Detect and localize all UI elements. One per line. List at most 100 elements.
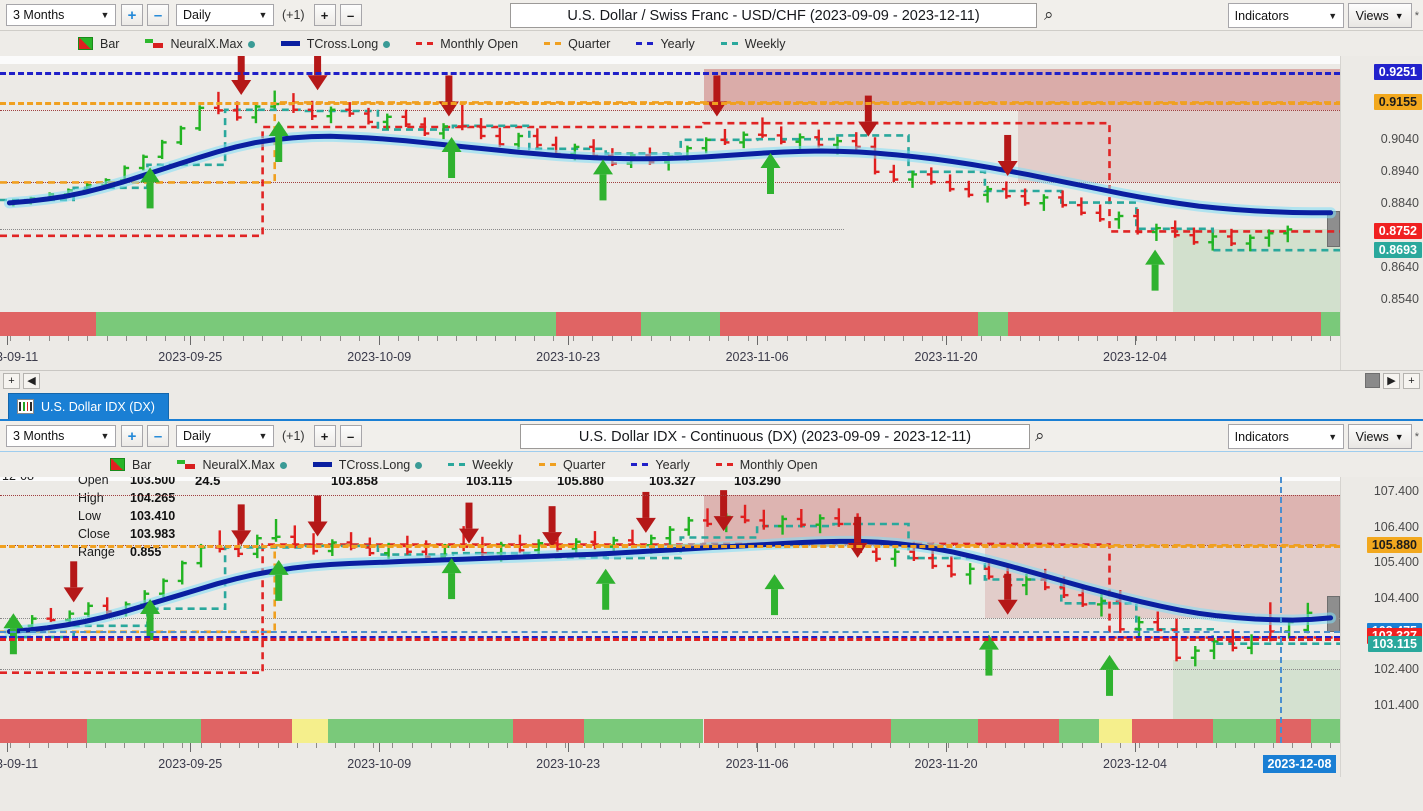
usdchf-plot-area[interactable] — [0, 56, 1340, 336]
dxy-chart-pane[interactable]: 107.400 106.400 105.400 104.400 102.400 101.4… — [0, 477, 1423, 777]
price-label-weekly[interactable]: 103.115 — [1367, 635, 1422, 652]
scroll-left-button[interactable]: ◀ — [23, 372, 40, 389]
symbol-input-bottom[interactable]: U.S. Dollar IDX - Continuous (DX) (2023-… — [520, 424, 1030, 449]
candlestick-icon — [17, 399, 34, 414]
neuralx-swatch-icon — [145, 38, 164, 49]
axis-tickmark — [1311, 743, 1313, 748]
price-label-quarter[interactable]: 105.880 — [1366, 537, 1422, 554]
search-icon[interactable]: ⌕ — [1035, 426, 1045, 446]
axis-tickmark — [262, 336, 264, 341]
legend-item-label: Weekly — [472, 457, 514, 472]
interval-select-bottom[interactable]: Daily ▼ — [176, 425, 274, 447]
ohlc-bar — [1114, 211, 1124, 229]
axis-tickmark — [909, 743, 911, 748]
axis-tickmark — [526, 743, 528, 748]
bars-plus-button-top[interactable]: + — [313, 4, 336, 26]
axis-tickmark — [611, 336, 613, 341]
axis-tickmark — [488, 743, 490, 748]
axis-tickmark — [603, 743, 604, 748]
dxy-plot-area[interactable] — [0, 477, 1340, 743]
chart-overlay-svg — [0, 490, 1340, 696]
price-label-weekly[interactable]: 0.8693 — [1373, 242, 1422, 259]
indicators-select-bottom[interactable]: Indicators ▼ — [1227, 424, 1344, 449]
views-button-bottom[interactable]: Views ▼ — [1347, 424, 1412, 449]
dxy-price-axis[interactable]: 107.400 106.400 105.400 104.400 102.400 101.4… — [1327, 477, 1423, 777]
symbol-input-top[interactable]: U.S. Dollar / Swiss Franc - USD/CHF (202… — [510, 3, 1037, 28]
price-label-quarter[interactable]: 0.9155 — [1373, 94, 1422, 111]
chevron-down-icon: ▼ — [1328, 10, 1338, 21]
range-zoom-out-button-bottom[interactable]: – — [147, 425, 169, 447]
axis-tickmark — [514, 336, 516, 341]
axis-tickmark — [339, 336, 341, 341]
date-axis-label: 2023-10-09 — [347, 350, 412, 364]
ohlc-bar — [665, 526, 675, 546]
range-zoom-in-button[interactable]: + — [121, 4, 143, 26]
sell-signal-arrow-icon — [63, 561, 84, 603]
axis-tickmark — [436, 336, 438, 341]
bars-minus-button-top[interactable]: – — [339, 4, 362, 26]
indicators-select-top[interactable]: Indicators ▼ — [1227, 3, 1344, 28]
legend-item-weekly: Weekly — [448, 458, 513, 472]
scroll-right-button[interactable]: ▶ — [1383, 372, 1400, 389]
range-zoom-out-button[interactable]: – — [147, 4, 169, 26]
star-marker-bottom: * — [1414, 430, 1419, 443]
triangle-right-icon: ▶ — [1387, 375, 1396, 387]
axis-tickmark — [864, 336, 866, 341]
usdchf-chart-pane[interactable]: 0.9040 0.8940 0.8840 0.8640 0.8540 0.9251 0.91… — [0, 56, 1423, 370]
axis-tickmark — [844, 336, 846, 341]
trading-platform-window: 3 Months ▼ + – Daily ▼ (+1) + – U.S. Dol… — [0, 0, 1423, 811]
price-axis-tick: 102.400 — [1373, 662, 1419, 677]
price-label-yearly[interactable]: 0.9251 — [1373, 63, 1422, 80]
legend-item-label: TCross.Long — [306, 36, 379, 51]
axis-tickmark — [961, 336, 963, 341]
search-icon[interactable]: ⌕ — [1044, 5, 1054, 25]
sell-signal-arrow-icon — [438, 75, 459, 117]
indicator-settings-dot-icon[interactable] — [415, 461, 423, 469]
axis-tickmark — [162, 743, 164, 748]
axis-tickmark — [1196, 743, 1198, 748]
bars-plus-button-bottom[interactable]: + — [313, 425, 336, 447]
price-axis-tick: 106.400 — [1373, 519, 1419, 534]
range-zoom-in-button-bottom[interactable]: + — [121, 425, 143, 447]
price-axis-tick: 107.400 — [1373, 484, 1419, 499]
axis-tickmark — [1253, 743, 1255, 748]
price-label-monthly-open[interactable]: 0.8752 — [1373, 223, 1422, 240]
triangle-left-icon: ◀ — [27, 375, 36, 387]
buy-signal-arrow-icon — [1099, 654, 1120, 696]
add-pane-button[interactable]: + — [3, 372, 20, 389]
axis-tickmark — [165, 336, 167, 341]
scrollbar-thumb[interactable] — [1365, 373, 1380, 388]
ohlc-bar — [1095, 204, 1105, 222]
reference-line-quarter — [0, 545, 1340, 549]
axis-tickmark-major — [1134, 336, 1136, 345]
axis-tickmark — [475, 336, 477, 341]
indicator-settings-dot-icon[interactable] — [383, 40, 391, 48]
axis-tickmark — [1234, 743, 1236, 748]
ohlc-bar — [46, 607, 56, 623]
sell-signal-arrow-icon — [231, 504, 252, 546]
chevron-down-icon: ▼ — [100, 431, 110, 441]
date-axis-highlight-label[interactable]: 2023-12-08 — [1262, 755, 1337, 773]
sell-signal-arrow-icon — [997, 573, 1018, 615]
symbol-input-bottom-value: U.S. Dollar IDX - Continuous (DX) (2023-… — [578, 428, 972, 445]
add-pane-button-right[interactable]: + — [1403, 372, 1420, 389]
axis-tickmark — [832, 743, 834, 748]
axis-tickmark — [775, 743, 777, 748]
legend-item-quarter: Quarter — [544, 37, 610, 51]
interval-select-top[interactable]: Daily ▼ — [176, 4, 274, 26]
tab-us-dollar-idx[interactable]: U.S. Dollar IDX (DX) — [8, 393, 169, 419]
price-axis-tick: 0.8540 — [1380, 292, 1419, 307]
axis-tickmark — [126, 336, 128, 341]
axis-tickmark — [641, 743, 643, 748]
axis-tickmark — [430, 743, 432, 748]
usdchf-price-axis[interactable]: 0.9040 0.8940 0.8840 0.8640 0.8540 0.9251 0.91… — [1327, 56, 1423, 370]
legend-item-quarter: Quarter — [539, 458, 605, 472]
range-select-bottom[interactable]: 3 Months ▼ — [6, 425, 116, 447]
range-select-top[interactable]: 3 Months ▼ — [6, 4, 116, 26]
indicator-settings-dot-icon[interactable] — [279, 461, 287, 469]
axis-tickmark — [315, 743, 317, 748]
crosshair-vertical-line[interactable] — [1279, 477, 1282, 743]
views-button-top[interactable]: Views ▼ — [1347, 3, 1412, 28]
indicator-settings-dot-icon[interactable] — [247, 40, 255, 48]
bars-minus-button-bottom[interactable]: – — [339, 425, 362, 447]
